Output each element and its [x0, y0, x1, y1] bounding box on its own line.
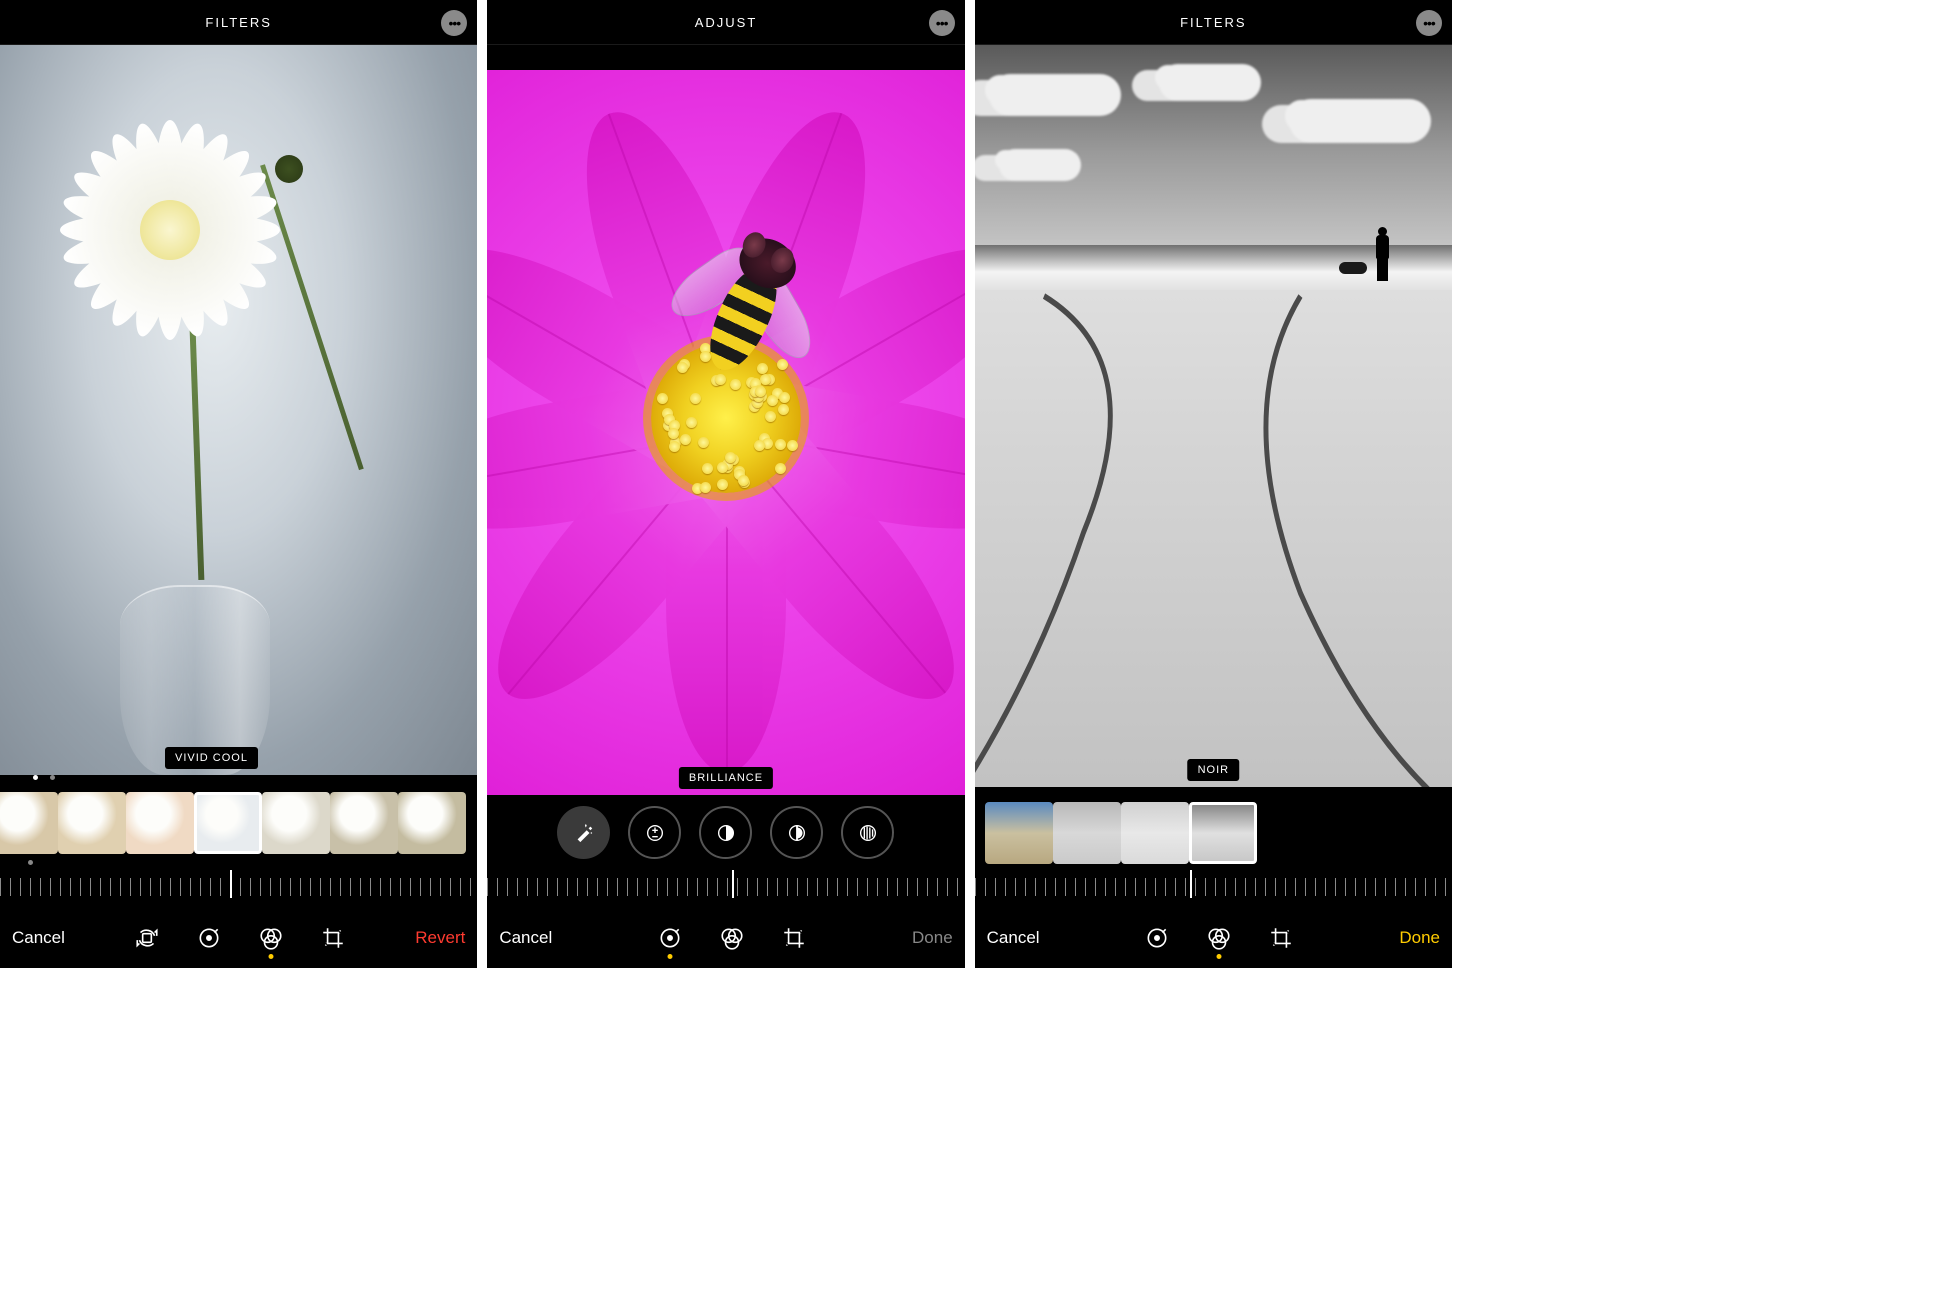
cancel-button[interactable]: Cancel	[987, 928, 1040, 948]
filter-thumb[interactable]	[398, 792, 466, 854]
header: FILTERS	[0, 0, 477, 45]
more-options-button[interactable]	[1416, 10, 1442, 36]
image-canvas[interactable]: NOIR	[975, 45, 1452, 787]
filter-name-label: NOIR	[1188, 759, 1240, 781]
filter-thumbnail-strip[interactable]	[0, 785, 477, 860]
photo-white-dahlia	[0, 45, 477, 775]
crop-icon[interactable]	[320, 925, 346, 951]
slider-pointer	[230, 870, 232, 898]
header: ADJUST	[487, 0, 964, 45]
filter-thumb[interactable]	[330, 792, 398, 854]
header-title: FILTERS	[1180, 15, 1247, 30]
photo-editor-screen-1: FILTERS VIVID COOL Cancel Rev	[0, 0, 477, 968]
header-title: ADJUST	[695, 15, 758, 30]
filter-thumb[interactable]	[194, 792, 262, 854]
filters-icon[interactable]	[1206, 925, 1232, 951]
slider-dot	[0, 860, 477, 870]
filter-thumb[interactable]	[1121, 802, 1189, 864]
filter-thumb[interactable]	[1189, 802, 1257, 864]
brilliance-icon[interactable]	[699, 806, 752, 859]
photo-editor-screen-3: FILTERS NOIR Cancel	[975, 0, 1452, 968]
filter-thumb[interactable]	[126, 792, 194, 854]
person-silhouette	[1374, 227, 1392, 282]
shadows-icon[interactable]	[841, 806, 894, 859]
done-button[interactable]: Done	[1399, 928, 1440, 948]
image-canvas[interactable]: BRILLIANCE	[487, 70, 964, 795]
page-dots	[0, 775, 477, 785]
filters-icon[interactable]	[719, 925, 745, 951]
highlights-icon[interactable]	[770, 806, 823, 859]
slider-pointer	[732, 870, 734, 898]
revert-button[interactable]: Revert	[415, 928, 465, 948]
intensity-slider[interactable]	[487, 870, 964, 908]
photo-editor-screen-2: ADJUST BRILLIANCE	[487, 0, 964, 968]
header: FILTERS	[975, 0, 1452, 45]
auto-enhance-icon[interactable]	[557, 806, 610, 859]
cancel-button[interactable]: Cancel	[499, 928, 552, 948]
photo-beach-noir	[975, 45, 1452, 787]
adjust-icon[interactable]	[657, 925, 683, 951]
filters-icon[interactable]	[258, 925, 284, 951]
filter-thumb[interactable]	[0, 792, 58, 854]
header-title: FILTERS	[205, 15, 272, 30]
intensity-slider[interactable]	[975, 870, 1452, 908]
bottom-toolbar: Cancel Done	[487, 908, 964, 968]
more-options-button[interactable]	[441, 10, 467, 36]
filter-thumb[interactable]	[262, 792, 330, 854]
image-canvas[interactable]: VIVID COOL	[0, 45, 477, 775]
slider-pointer	[1190, 870, 1192, 898]
filter-thumb[interactable]	[58, 792, 126, 854]
adjustment-name-label: BRILLIANCE	[679, 767, 773, 789]
adjustment-buttons-row	[487, 795, 964, 870]
photo-hoverfly-on-flower	[487, 70, 964, 795]
done-button[interactable]: Done	[912, 928, 953, 948]
intensity-slider[interactable]	[0, 870, 477, 908]
bottom-toolbar: Cancel Revert	[0, 908, 477, 968]
bottom-toolbar: Cancel Done	[975, 908, 1452, 968]
loop-icon[interactable]	[134, 925, 160, 951]
crop-icon[interactable]	[781, 925, 807, 951]
filter-thumbnail-strip[interactable]	[975, 795, 1452, 870]
adjust-icon[interactable]	[196, 925, 222, 951]
more-options-button[interactable]	[929, 10, 955, 36]
exposure-icon[interactable]	[628, 806, 681, 859]
filter-thumb[interactable]	[1053, 802, 1121, 864]
filter-thumb[interactable]	[985, 802, 1053, 864]
cancel-button[interactable]: Cancel	[12, 928, 65, 948]
adjust-icon[interactable]	[1144, 925, 1170, 951]
filter-name-label: VIVID COOL	[165, 747, 258, 769]
crop-icon[interactable]	[1268, 925, 1294, 951]
